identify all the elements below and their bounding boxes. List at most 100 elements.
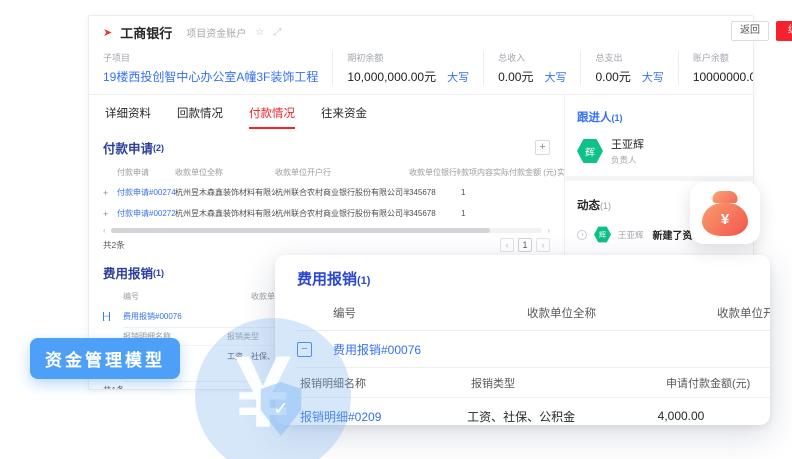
money-bag-card: ¥ [690,182,760,244]
column-header: 收款单位银行帐号 [409,167,461,178]
stat-opening-balance: 期初余额 10,000,000.00元 大写 [332,51,483,85]
expense-popup: 费用报销 (1) 编号 收款单位全称 收款单位开户行 − 费用报销#00076 … [275,255,770,425]
column-header: 付款申请 [117,167,175,178]
follower-name: 王亚辉 [611,136,644,152]
stat-label: 期初余额 [347,51,469,64]
horizontal-scrollbar[interactable]: ‹ › [103,226,550,235]
expense-section-count: (1) [153,268,164,278]
breadcrumb[interactable]: 项目资金账户 [186,25,246,40]
divider [565,176,753,181]
cell-content: 1 [461,188,493,197]
detail-link[interactable]: 报销明细#0209 [297,408,467,425]
cell-content: 1 [461,209,493,218]
header-actions: 返回 编辑 [731,21,792,41]
follower-item[interactable]: 辉 王亚辉 负责人 [577,136,741,166]
collapse-row-icon[interactable]: − [103,312,110,321]
avatar: 辉 [577,138,603,164]
activity-user: 王亚辉 [618,229,644,241]
expense-link[interactable]: 费用报销#00076 [333,341,421,358]
page-number[interactable]: 1 [518,238,532,252]
screen: 返回 编辑 ➤ 工商银行 项目资金账户 ☆ ⤢ 子项目 19楼西投创智中心办公室… [0,0,792,459]
popup-detail-row: 报销明细#0209 工资、社保、公积金 4,000.00 [297,398,770,425]
stat-value: 10000000.00元 [693,68,754,85]
column-header: 实际付款金额 (元) [493,167,557,178]
cell-account: 345678 [409,188,461,197]
stat-subproject: 子项目 19楼西投创智中心办公室A幢3F装饰工程 [103,51,332,85]
cell-type: 工资、社保、公积金 [467,408,658,425]
stat-label: 总收入 [498,51,566,64]
scroll-right-icon[interactable]: › [542,226,550,235]
uppercase-link[interactable]: 大写 [544,69,566,85]
cell-company: 杭州昱木森鑫装饰材料有限公司 [175,187,275,198]
collapse-row-icon[interactable]: − [297,342,312,357]
payment-section-title: 付款申请 [103,138,153,157]
column-header: 收款单位开户行 [717,305,770,321]
stat-label: 子项目 [103,51,318,64]
record-header: ➤ 工商银行 项目资金账户 ☆ ⤢ [89,16,753,49]
page-next-button[interactable]: › [536,238,550,252]
activity-count: (1) [600,201,611,211]
payment-total-count: 共2条 [103,239,125,251]
stat-value: 0.00元 [498,68,533,85]
avatar: 辉 [594,226,611,243]
stat-label: 账户余额 [693,51,754,64]
column-header: 收款单位全称 [175,167,275,178]
tab-details[interactable]: 详细资料 [105,105,151,129]
stat-value: 10,000,000.00元 [347,68,436,85]
add-payment-button[interactable]: + [535,140,550,155]
record-title: 工商银行 [120,23,172,42]
page-prev-button[interactable]: ‹ [500,238,514,252]
uppercase-link[interactable]: 大写 [642,69,664,85]
payment-footer: 共2条 ‹ 1 › [103,235,550,254]
column-header: 款项内容 [461,167,493,178]
popup-table-header: 编号 收款单位全称 收款单位开户行 [297,296,770,331]
cell-amount: 4,000.00 [658,409,770,423]
tab-receipts[interactable]: 回款情况 [177,105,223,129]
expand-row-icon[interactable]: + [103,209,117,219]
cell-company: 杭州昱木森鑫装饰材料有限公司 [175,208,275,219]
uppercase-link[interactable]: 大写 [447,69,469,85]
stat-label: 总支出 [595,51,663,64]
tab-payments[interactable]: 付款情况 [249,105,295,129]
clock-icon [577,230,587,240]
star-icon[interactable]: ☆ [255,27,264,38]
column-header: 编号 [297,305,527,321]
followers-title: 跟进人 [577,109,612,125]
column-header: 编号 [123,291,251,302]
payment-link[interactable]: 付款申请#00274 [117,187,175,198]
stat-account-balance: 账户余额 10000000.00元 [678,51,754,85]
tab-transactions[interactable]: 往来资金 [321,105,367,129]
table-row: + 付款申请#00274 杭州昱木森鑫装饰材料有限公司 杭州联合农村商业银行股份… [103,182,565,203]
column-header: 报销类型 [471,375,666,391]
scrollbar-thumb[interactable] [111,228,490,233]
column-header: 申请付款金额(元) [666,375,770,391]
follower-role: 负责人 [611,154,644,166]
subproject-link[interactable]: 19楼西投创智中心办公室A幢3F装饰工程 [103,68,318,85]
payment-link[interactable]: 付款申请#00272 [117,208,175,219]
payment-section-header: 付款申请 (2) + [103,138,550,157]
popup-title: 费用报销 [297,268,357,289]
yuan-symbol: ¥ [721,211,729,228]
stats-bar: 子项目 19楼西投创智中心办公室A幢3F装饰工程 期初余额 10,000,000… [89,49,753,95]
expense-link[interactable]: 费用报销#00076 [123,311,251,322]
stat-total-expense: 总支出 0.00元 大写 [580,51,677,85]
tab-bar: 详细资料 回款情况 付款情况 往来资金 [103,95,550,129]
model-badge: 资金管理模型 [30,338,180,379]
cell-bank: 杭州联合农村商业银行股份有限公司半山支行 [275,208,409,219]
money-bag-icon: ¥ [702,191,748,236]
app-logo-icon: ➤ [103,26,112,39]
stat-total-income: 总收入 0.00元 大写 [483,51,580,85]
cell-account: 345678 [409,209,461,218]
scroll-left-icon[interactable]: ‹ [103,226,111,235]
expand-row-icon[interactable]: + [103,188,117,198]
expand-icon[interactable]: ⤢ [273,27,281,38]
column-header: 收款单位开户行 [275,167,409,178]
expense-section-title: 费用报销 [103,263,153,282]
back-button[interactable]: 返回 [731,21,769,41]
column-header: 实际付款日期 [557,167,565,178]
followers-count: (1) [612,113,623,123]
edit-button[interactable]: 编辑 [776,21,792,41]
payment-table-header: 付款申请 收款单位全称 收款单位开户行 收款单位银行帐号 款项内容 实际付款金额… [103,162,565,182]
pagination: ‹ 1 › [500,238,550,252]
column-header: 报销明细名称 [297,375,471,391]
